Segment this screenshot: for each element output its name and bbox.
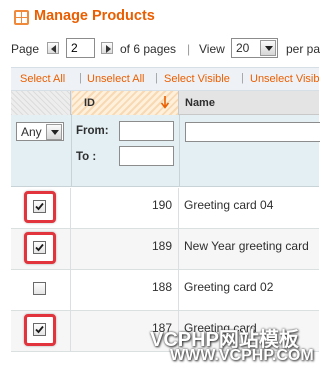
row-checkbox[interactable]: [33, 282, 46, 295]
table-row[interactable]: 188 Greeting card 02: [11, 270, 319, 311]
id-column-label: ID: [84, 97, 95, 109]
table-row[interactable]: 189 New Year greeting card: [11, 229, 319, 270]
sort-desc-icon: [160, 96, 170, 109]
product-id: 188: [151, 280, 172, 294]
row-select-cell: [11, 270, 71, 310]
total-pages-text: of 6 pages: [120, 42, 177, 56]
filter-select-value: Any: [21, 125, 42, 139]
prev-page-button[interactable]: [47, 42, 59, 54]
pager-separator: |: [187, 42, 191, 56]
product-id: 190: [151, 198, 172, 212]
arrow-left-icon: [51, 45, 56, 53]
name-filter-input[interactable]: [185, 122, 320, 142]
column-divider: [71, 115, 72, 187]
product-name: Greeting card 04: [184, 198, 274, 212]
page-label: Page: [11, 42, 40, 56]
id-cell: 188: [72, 270, 179, 310]
row-checkbox[interactable]: [33, 323, 46, 336]
product-id: 189: [151, 239, 172, 253]
checkmark-icon: [35, 243, 44, 252]
unselect-all-link[interactable]: Unselect All: [87, 73, 144, 85]
row-checkbox[interactable]: [33, 200, 46, 213]
grid-icon: [14, 10, 29, 25]
massaction-column-header: [11, 91, 71, 115]
product-name: Greeting card 02: [184, 280, 274, 294]
pager: Page of 6 pages | View 20 per pa: [0, 36, 320, 62]
id-cell: 189: [72, 229, 179, 269]
row-checkbox[interactable]: [33, 241, 46, 254]
id-column-header[interactable]: ID: [72, 91, 179, 115]
row-select-cell: [11, 188, 71, 228]
checkmark-icon: [35, 325, 44, 334]
name-column-header[interactable]: Name: [180, 91, 319, 115]
name-column-label: Name: [185, 97, 215, 109]
id-cell: 190: [72, 188, 179, 228]
page-title: Manage Products: [34, 8, 155, 24]
arrow-right-icon: [106, 45, 111, 53]
select-all-link[interactable]: Select All: [20, 73, 65, 85]
page-header: Manage Products: [0, 0, 319, 34]
row-select-cell: [11, 311, 71, 351]
massaction-separator: |: [155, 72, 158, 84]
name-cell: New Year greeting card: [180, 229, 319, 269]
grid-filter-row: Any From: To :: [11, 115, 320, 187]
limit-select[interactable]: 20: [231, 38, 278, 58]
table-row[interactable]: 190 Greeting card 04: [11, 188, 319, 229]
id-from-label: From:: [76, 125, 109, 137]
massaction-filter-select[interactable]: Any: [16, 122, 64, 141]
product-name: New Year greeting card: [184, 239, 309, 253]
limit-value: 20: [236, 41, 250, 55]
next-page-button[interactable]: [101, 42, 113, 54]
per-page-label: per pa: [286, 42, 320, 56]
id-to-label: To :: [76, 151, 97, 163]
select-visible-link[interactable]: Select Visible: [164, 73, 230, 85]
row-select-cell: [11, 229, 71, 269]
column-divider: [179, 115, 180, 187]
chevron-down-icon: [46, 124, 62, 140]
name-cell: Greeting card 02: [180, 270, 319, 310]
name-cell: Greeting card 04: [180, 188, 319, 228]
id-from-input[interactable]: [119, 121, 174, 141]
massaction-separator: |: [79, 72, 82, 84]
id-to-input[interactable]: [119, 146, 174, 166]
unselect-visible-link[interactable]: Unselect Visib: [250, 73, 320, 85]
grid-header-row: ID Name: [11, 91, 319, 115]
page-number-input[interactable]: [66, 38, 95, 58]
chevron-down-icon: [260, 40, 276, 56]
watermark-url: WWW.VCPHP.COM: [170, 347, 314, 364]
view-label: View: [199, 42, 225, 56]
massaction-bar: Select All | Unselect All | Select Visib…: [11, 67, 320, 91]
checkmark-icon: [35, 202, 44, 211]
massaction-separator: |: [241, 72, 244, 84]
